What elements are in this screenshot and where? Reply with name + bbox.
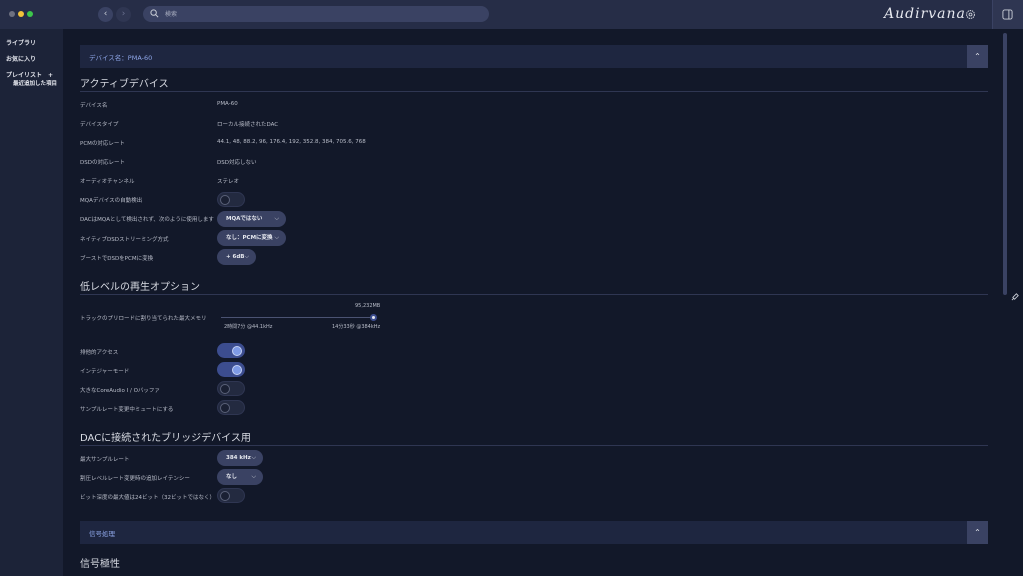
chevron-down-icon: ⌵ — [251, 473, 256, 480]
panel-toggle-button[interactable] — [992, 0, 1023, 29]
device-section-header[interactable]: デバイス名：PMA-60 ⌃ — [80, 45, 988, 68]
audio-channels-value: ステレオ — [217, 179, 240, 185]
pcm-rates-label: PCMの対応レート — [80, 141, 125, 147]
mqa-mode-value: MQAではない — [226, 216, 263, 222]
toggle-knob — [220, 403, 230, 413]
sidebar-item-favorites[interactable]: お気に入り — [6, 54, 36, 63]
dsd-rates-label: DSDの対応レート — [80, 160, 125, 166]
dsd-boost-label: ブーストでDSDをPCMに変換 — [80, 256, 154, 262]
chevron-up-icon: ⌃ — [974, 52, 981, 61]
sidebar-item-library[interactable]: ライブラリ — [6, 38, 36, 47]
device-name-header: デバイス名：PMA-60 — [89, 54, 153, 62]
exclusive-access-label: 排他的アクセス — [80, 350, 119, 356]
preload-slider-handle[interactable] — [370, 314, 377, 321]
sidebar-item-recently-added[interactable]: 最近追加した項目 — [13, 79, 57, 87]
preload-max-text: 14分33秒 @384kHz — [332, 324, 381, 330]
large-buffer-toggle[interactable] — [217, 381, 245, 396]
max-bits-label: ビット深度の最大値は24ビット（32ビットではなく） — [80, 495, 215, 501]
preload-slider-track[interactable] — [221, 317, 374, 318]
minimize-window-button[interactable] — [18, 11, 24, 17]
panel-icon — [1002, 9, 1013, 20]
chevron-up-icon: ⌃ — [974, 528, 981, 537]
preload-value: 95,232MB — [355, 303, 381, 309]
large-buffer-label: 大きなCoreAudio I / Oバッファ — [80, 388, 160, 394]
device-name-value: PMA-60 — [217, 101, 238, 107]
divider — [80, 445, 988, 446]
signal-polarity-title: 信号極性 — [80, 559, 120, 570]
latency-select[interactable]: なし ⌵ — [217, 469, 263, 485]
audio-channels-label: オーディオチャンネル — [80, 179, 135, 185]
mqa-detect-label: MQAデバイスの自動検出 — [80, 198, 143, 204]
mqa-mode-label: DACはMQAとして検出されず、次のように使用します — [80, 217, 214, 223]
pin-icon[interactable] — [1011, 292, 1020, 301]
max-rate-value: 384 kHz — [226, 455, 251, 461]
integer-mode-label: インテジャーモード — [80, 369, 130, 375]
dsd-boost-select[interactable]: + 6dB ⌵ — [217, 249, 256, 265]
toggle-knob — [220, 491, 230, 501]
forward-button[interactable]: › — [116, 7, 131, 22]
max-bits-toggle[interactable] — [217, 488, 245, 503]
low-level-title: 低レベルの再生オプション — [80, 282, 200, 293]
signal-section-header[interactable]: 信号処理 ⌃ — [80, 521, 988, 544]
device-type-value: ローカル接続されたDAC — [217, 122, 279, 128]
chevron-down-icon: ⌵ — [274, 215, 279, 222]
native-dsd-select[interactable]: なし：PCMに変換 ⌵ — [217, 230, 286, 246]
maximize-window-button[interactable] — [27, 11, 33, 17]
search-input[interactable] — [165, 6, 465, 22]
mqa-detect-toggle[interactable] — [217, 192, 245, 207]
back-button[interactable]: ‹ — [98, 7, 113, 22]
dsd-boost-value: + 6dB — [226, 254, 245, 260]
active-device-title: アクティブデバイス — [80, 79, 169, 90]
sidebar-item-playlists[interactable]: プレイリスト + — [6, 70, 53, 79]
max-rate-label: 最大サンプルレート — [80, 457, 130, 463]
native-dsd-label: ネイティブDSDストリーミング方式 — [80, 237, 169, 243]
collapse-button[interactable]: ⌃ — [967, 521, 988, 544]
chevron-down-icon: ⌵ — [244, 253, 249, 260]
toggle-knob — [232, 365, 242, 375]
chevron-down-icon: ⌵ — [274, 234, 279, 241]
signal-processing-header: 信号処理 — [89, 530, 115, 538]
search-bar[interactable] — [143, 6, 489, 22]
preload-label: トラックのプリロードに割り当てられた最大メモリ — [80, 316, 207, 322]
app-logo: Audirvana — [884, 6, 966, 22]
divider — [80, 294, 988, 295]
collapse-button[interactable]: ⌃ — [967, 45, 988, 68]
integer-mode-toggle[interactable] — [217, 362, 245, 377]
device-name-label: デバイス名 — [80, 103, 108, 109]
close-window-button[interactable] — [9, 11, 15, 17]
preload-min-text: 2時間7分 @44.1kHz — [224, 324, 273, 330]
exclusive-access-toggle[interactable] — [217, 343, 245, 358]
toggle-knob — [232, 346, 242, 356]
pcm-rates-value: 44.1, 48, 88.2, 96, 176.4, 192, 352.8, 3… — [217, 139, 366, 145]
mqa-mode-select[interactable]: MQAではない ⌵ — [217, 211, 286, 227]
bridge-title: DACに接続されたブリッジデバイス用 — [80, 433, 251, 444]
sidebar: ライブラリ お気に入り プレイリスト + 最近追加した項目 — [0, 29, 63, 576]
max-rate-select[interactable]: 384 kHz ⌵ — [217, 450, 263, 466]
latency-label: 割圧レベルレート変更時の追加レイテンシー — [80, 476, 190, 482]
chevron-left-icon: ‹ — [103, 9, 108, 19]
latency-value: なし — [226, 474, 238, 480]
divider — [80, 91, 988, 92]
title-bar: ‹ › Audirvana — [0, 0, 1023, 29]
mute-rate-change-label: サンプルレート変更中ミュートにする — [80, 407, 174, 413]
mute-rate-change-toggle[interactable] — [217, 400, 245, 415]
chevron-right-icon: › — [121, 9, 126, 19]
toggle-knob — [220, 384, 230, 394]
toggle-knob — [220, 195, 230, 205]
scrollbar[interactable] — [1003, 33, 1007, 295]
gear-icon[interactable] — [965, 9, 976, 20]
dsd-rates-value: DSD対応しない — [217, 160, 257, 166]
right-rail — [1007, 29, 1023, 576]
native-dsd-value: なし：PCMに変換 — [226, 235, 273, 241]
chevron-down-icon: ⌵ — [251, 454, 256, 461]
device-type-label: デバイスタイプ — [80, 122, 119, 128]
search-icon — [150, 9, 159, 18]
